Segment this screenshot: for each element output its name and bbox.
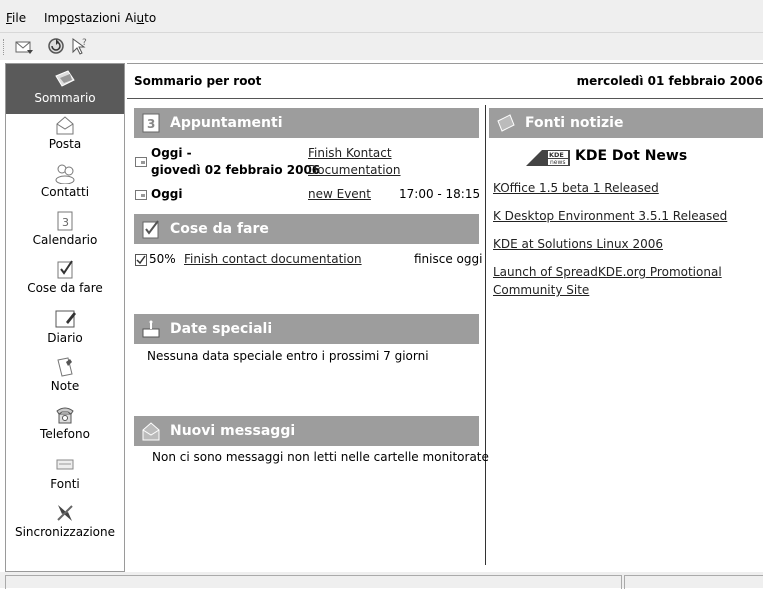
- journal-icon: [52, 308, 78, 330]
- todo-icon: [52, 258, 78, 280]
- calendar-icon: 3: [52, 210, 78, 232]
- sidebar-item-telefono[interactable]: Telefono: [6, 404, 124, 441]
- sidebar-item-sincronizzazione[interactable]: Sincronizzazione: [6, 502, 124, 539]
- sidebar-item-diario[interactable]: Diario: [6, 308, 124, 345]
- sidebar-item-fonti[interactable]: Fonti: [6, 454, 124, 491]
- sync-icon[interactable]: [46, 36, 66, 56]
- summary-icon: [52, 68, 78, 90]
- sidebar-item-label: Posta: [48, 137, 82, 151]
- event-icon: [135, 155, 147, 170]
- special-dates-header: Date speciali: [134, 314, 479, 344]
- section-title: Cose da fare: [170, 221, 269, 237]
- sidebar-item-label: Fonti: [50, 477, 80, 491]
- summary-view: Sommario per root mercoledì 01 febbraio …: [127, 63, 763, 571]
- appointment-date: Oggi -: [151, 146, 192, 160]
- sidebar-item-cose-da-fare[interactable]: Cose da fare: [6, 258, 124, 295]
- whats-this-icon[interactable]: ?: [70, 36, 90, 56]
- news-header: Fonti notizie: [489, 108, 763, 138]
- contacts-icon: [52, 162, 78, 185]
- svg-text:3: 3: [62, 216, 69, 229]
- calendar-icon: 3: [140, 112, 162, 134]
- menu-settings[interactable]: Impostazioni: [44, 11, 120, 25]
- menu-help[interactable]: Aiuto: [125, 11, 156, 25]
- appointment-link[interactable]: Finish Kontact: [308, 146, 392, 160]
- sidebar: Sommario Posta Contatti 3 Calendario Cos…: [5, 63, 125, 572]
- todo-percent: 50%: [149, 252, 176, 266]
- appointments-header: 3 Appuntamenti: [134, 108, 479, 138]
- todo-due: finisce oggi: [414, 252, 483, 266]
- sync-icon: [52, 502, 78, 524]
- todos-header: Cose da fare: [134, 214, 479, 244]
- news-link[interactable]: Community Site: [493, 283, 589, 297]
- news-icon: [495, 112, 517, 134]
- cake-icon: [140, 318, 162, 340]
- mail-icon: [140, 420, 162, 442]
- sidebar-item-label: Diario: [47, 331, 83, 345]
- appointment-link[interactable]: new Event: [308, 187, 371, 201]
- menu-bar: File Impostazioni Aiuto: [0, 0, 763, 32]
- header-date: mercoledì 01 febbraio 2006: [576, 74, 763, 88]
- sidebar-item-sommario[interactable]: Sommario: [6, 64, 124, 114]
- header-divider: [127, 98, 763, 99]
- phone-icon: [52, 404, 78, 426]
- mail-check-icon[interactable]: [14, 36, 34, 56]
- column-divider: [485, 105, 486, 565]
- status-progress-area: [624, 575, 763, 589]
- svg-text:?: ?: [82, 38, 87, 48]
- sidebar-item-label: Cose da fare: [27, 281, 103, 295]
- section-title: Appuntamenti: [170, 115, 283, 131]
- event-icon: [135, 188, 147, 203]
- todo-icon: [140, 218, 162, 240]
- news-link[interactable]: KDE at Solutions Linux 2006: [493, 237, 663, 251]
- sidebar-item-note[interactable]: Note: [6, 356, 124, 393]
- sidebar-item-posta[interactable]: Posta: [6, 114, 124, 151]
- sidebar-item-calendario[interactable]: 3 Calendario: [6, 210, 124, 247]
- appointment-date: giovedì 02 febbraio 2006: [151, 163, 321, 177]
- toolbar-handle[interactable]: [3, 39, 7, 55]
- sidebar-item-label: Calendario: [32, 233, 98, 247]
- news-link[interactable]: KOffice 1.5 beta 1 Released: [493, 181, 659, 195]
- status-bar: [0, 572, 763, 589]
- feeds-icon: [52, 454, 78, 476]
- new-messages-message: Non ci sono messaggi non letti nelle car…: [152, 450, 489, 464]
- page-title: Sommario per root: [134, 74, 262, 88]
- notes-icon: [52, 356, 78, 378]
- svg-text:3: 3: [147, 117, 155, 131]
- sidebar-item-label: Telefono: [40, 427, 90, 441]
- todo-link[interactable]: Finish contact documentation: [184, 252, 362, 266]
- svg-text:news: news: [550, 159, 566, 166]
- section-title: Fonti notizie: [525, 115, 624, 131]
- todo-checkbox[interactable]: [135, 254, 147, 269]
- sidebar-item-contatti[interactable]: Contatti: [6, 162, 124, 199]
- sidebar-item-label: Sommario: [34, 91, 96, 105]
- sidebar-item-label: Sincronizzazione: [14, 525, 116, 539]
- news-link[interactable]: Launch of SpreadKDE.org Promotional: [493, 265, 722, 279]
- section-title: Nuovi messaggi: [170, 423, 296, 439]
- appointment-date: Oggi: [151, 187, 183, 201]
- sidebar-item-label: Contatti: [40, 185, 90, 199]
- toolbar: ?: [0, 32, 763, 60]
- appointment-link[interactable]: Documentation: [308, 163, 401, 177]
- news-source-title: KDE Dot News: [575, 148, 688, 164]
- new-messages-header: Nuovi messaggi: [134, 416, 479, 446]
- menu-file[interactable]: File: [6, 11, 26, 25]
- mail-icon: [52, 114, 78, 136]
- section-title: Date speciali: [170, 321, 273, 337]
- status-message-area: [5, 575, 622, 589]
- appointment-time: 17:00 - 18:15: [399, 187, 481, 201]
- svg-text:KDE: KDE: [549, 151, 564, 159]
- sidebar-item-label: Note: [50, 379, 80, 393]
- special-dates-message: Nessuna data speciale entro i prossimi 7…: [147, 349, 429, 363]
- news-link[interactable]: K Desktop Environment 3.5.1 Released: [493, 209, 727, 223]
